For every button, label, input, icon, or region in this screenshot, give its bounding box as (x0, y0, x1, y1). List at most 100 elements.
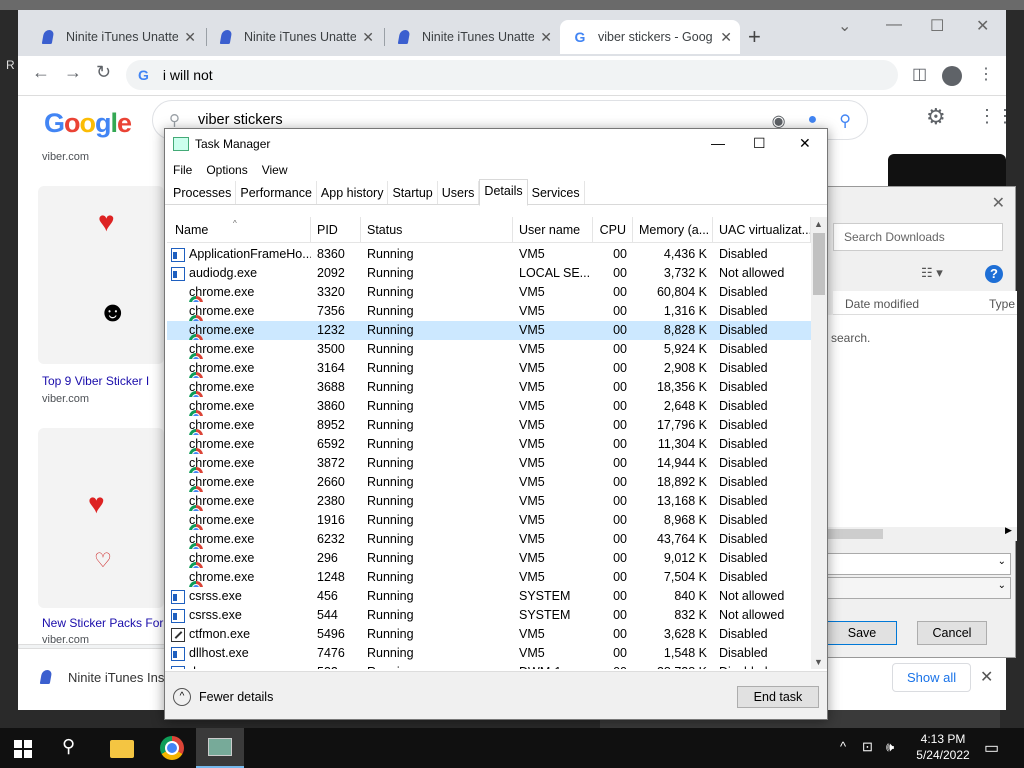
search-downloads-input[interactable]: Search Downloads (833, 223, 1003, 251)
minimize-icon[interactable]: — (886, 16, 902, 34)
tab-close-icon[interactable]: ✕ (720, 29, 732, 46)
tab-details[interactable]: Details (479, 179, 528, 206)
table-row[interactable]: chrome.exe 3860 Running VM5 00 2,648 K Disable… (167, 397, 811, 416)
back-icon[interactable]: ← (32, 62, 50, 83)
save-button[interactable]: Save (827, 621, 897, 645)
tab-processes[interactable]: Processes (169, 181, 237, 204)
tab-search-icon[interactable]: ⌄ (838, 16, 851, 36)
column-pid[interactable]: PID (311, 217, 361, 242)
new-tab-button[interactable]: + (748, 24, 761, 50)
table-row[interactable]: ApplicationFrameHo... 8360 Running VM5 00 4,4… (167, 245, 811, 264)
browser-tab-1[interactable]: Ninite iTunes Unatte ✕ (28, 20, 204, 54)
apps-grid-icon[interactable]: ⋮⋮ (978, 106, 1006, 127)
volume-icon[interactable]: 🕪 (886, 739, 894, 755)
search-icon[interactable]: ⚲ (62, 736, 90, 764)
column-cpu[interactable]: CPU (593, 217, 633, 242)
table-row[interactable]: chrome.exe 3688 Running VM5 00 18,356 K Disabl… (167, 378, 811, 397)
google-logo[interactable]: Google (44, 108, 132, 139)
maximize-icon[interactable]: ☐ (930, 16, 944, 36)
column-date-modified[interactable]: Date modified (845, 297, 919, 311)
table-row[interactable]: chrome.exe 7356 Running VM5 00 1,316 K Disable… (167, 302, 811, 321)
horizontal-scrollbar[interactable]: ▶ (827, 525, 1017, 541)
tab-startup[interactable]: Startup (388, 181, 438, 204)
tab-close-icon[interactable]: ✕ (184, 29, 196, 46)
table-row[interactable]: chrome.exe 3164 Running VM5 00 2,908 K Disable… (167, 359, 811, 378)
column-status[interactable]: Status (361, 217, 513, 242)
help-icon[interactable]: ? (985, 265, 1003, 283)
cancel-button[interactable]: Cancel (917, 621, 987, 645)
task-manager-taskbar-button[interactable] (196, 728, 244, 768)
tab-close-icon[interactable]: ✕ (362, 29, 374, 46)
close-download-bar-icon[interactable]: ✕ (980, 667, 993, 687)
table-row[interactable]: chrome.exe 3872 Running VM5 00 14,944 K Disabl… (167, 454, 811, 473)
menu-file[interactable]: File (173, 163, 192, 177)
scroll-down-icon[interactable]: ▼ (814, 657, 823, 667)
column-uac[interactable]: UAC virtualizat... (713, 217, 811, 242)
column-type[interactable]: Type (989, 297, 1015, 311)
close-icon[interactable]: ✕ (799, 135, 811, 152)
menu-kebab-icon[interactable]: ⋮ (978, 64, 994, 84)
menu-options[interactable]: Options (206, 163, 247, 177)
start-windows-icon[interactable] (14, 740, 32, 758)
scroll-up-icon[interactable]: ▲ (814, 219, 823, 229)
table-row[interactable]: csrss.exe 544 Running SYSTEM 00 832 K Not allo… (167, 606, 811, 625)
browser-tab-3[interactable]: Ninite iTunes Unatte ✕ (384, 20, 560, 54)
menu-view[interactable]: View (262, 163, 288, 177)
result-image-card[interactable]: ♥ ☻ (38, 186, 164, 364)
show-all-button[interactable]: Show all (892, 663, 972, 692)
table-row[interactable]: audiodg.exe 2092 Running LOCAL SE... 00 3,732… (167, 264, 811, 283)
minimize-icon[interactable]: — (711, 135, 725, 151)
search-submit-icon[interactable]: ⚲ (839, 111, 851, 131)
table-row[interactable]: dllhost.exe 7476 Running VM5 00 1,548 K Disabl… (167, 644, 811, 663)
browser-tab-2[interactable]: Ninite iTunes Unatte ✕ (206, 20, 382, 54)
end-task-button[interactable]: End task (737, 686, 819, 708)
notifications-icon[interactable]: ▭ (984, 738, 999, 758)
side-panel-icon[interactable]: ◫ (912, 64, 927, 84)
table-row[interactable]: chrome.exe 2380 Running VM5 00 13,168 K Disabl… (167, 492, 811, 511)
table-row[interactable]: chrome.exe 1248 Running VM5 00 7,504 K Disable… (167, 568, 811, 587)
table-row[interactable]: chrome.exe 1232 Running VM5 00 8,828 K Disable… (167, 321, 811, 340)
result-image-card[interactable]: ♥ ♡ (38, 428, 164, 608)
result-title[interactable]: Top 9 Viber Sticker I (42, 374, 149, 388)
table-row[interactable]: chrome.exe 6592 Running VM5 00 11,304 K Disabl… (167, 435, 811, 454)
tab-close-icon[interactable]: ✕ (540, 29, 552, 46)
table-row[interactable]: chrome.exe 3500 Running VM5 00 5,924 K Disable… (167, 340, 811, 359)
forward-icon[interactable]: → (64, 62, 82, 83)
reload-icon[interactable]: ↻ (96, 62, 111, 83)
table-row[interactable]: chrome.exe 3320 Running VM5 00 60,804 K Disabl… (167, 283, 811, 302)
table-row[interactable]: chrome.exe 296 Running VM5 00 9,012 K Disabled (167, 549, 811, 568)
title-bar[interactable]: Task Manager (165, 129, 827, 159)
table-row[interactable]: chrome.exe 8952 Running VM5 00 17,796 K Disabl… (167, 416, 811, 435)
network-icon[interactable]: ⊡ (862, 739, 873, 755)
maximize-icon[interactable]: ☐ (753, 135, 766, 152)
table-row[interactable]: chrome.exe 2660 Running VM5 00 18,892 K Disabl… (167, 473, 811, 492)
file-explorer-icon[interactable] (110, 740, 134, 758)
column-name[interactable]: Name ^ (167, 217, 311, 242)
browser-tab-active[interactable]: G viber stickers - Goog ✕ (560, 20, 740, 54)
settings-gear-icon[interactable]: ⚙ (926, 104, 946, 130)
download-item[interactable]: Ninite iTunes Ins (38, 669, 164, 685)
tab-performance[interactable]: Performance (236, 181, 317, 204)
scroll-right-icon[interactable]: ▶ (1005, 525, 1012, 536)
tab-services[interactable]: Services (528, 181, 585, 204)
table-row[interactable]: ctfmon.exe 5496 Running VM5 00 3,628 K Disable… (167, 625, 811, 644)
save-type-combo[interactable]: ⌄ (827, 577, 1011, 599)
scroll-thumb[interactable] (827, 529, 883, 539)
file-name-combo[interactable]: ⌄ (827, 553, 1011, 575)
result-title[interactable]: New Sticker Packs For (42, 616, 163, 630)
tab-users[interactable]: Users (438, 181, 480, 204)
show-hidden-icons-icon[interactable]: ^ (840, 739, 846, 754)
chrome-icon[interactable] (160, 736, 184, 760)
fewer-details-button[interactable]: ^ Fewer details (173, 688, 273, 706)
table-row[interactable]: chrome.exe 1916 Running VM5 00 8,968 K Disable… (167, 511, 811, 530)
profile-avatar[interactable] (942, 66, 962, 91)
table-row[interactable]: csrss.exe 456 Running SYSTEM 00 840 K Not allo… (167, 587, 811, 606)
tab-app-history[interactable]: App history (317, 181, 389, 204)
scroll-thumb[interactable] (813, 233, 825, 295)
close-dialog-icon[interactable]: ✕ (992, 193, 1005, 213)
column-memory[interactable]: Memory (a... (633, 217, 713, 242)
table-row[interactable]: dwm.exe532RunningDWM-10038,728 KDisabled (167, 663, 811, 669)
clock[interactable]: 4:13 PM 5/24/2022 (908, 731, 978, 763)
address-bar[interactable]: G i will not (126, 60, 898, 90)
vertical-scrollbar[interactable]: ▲ ▼ (811, 217, 827, 669)
